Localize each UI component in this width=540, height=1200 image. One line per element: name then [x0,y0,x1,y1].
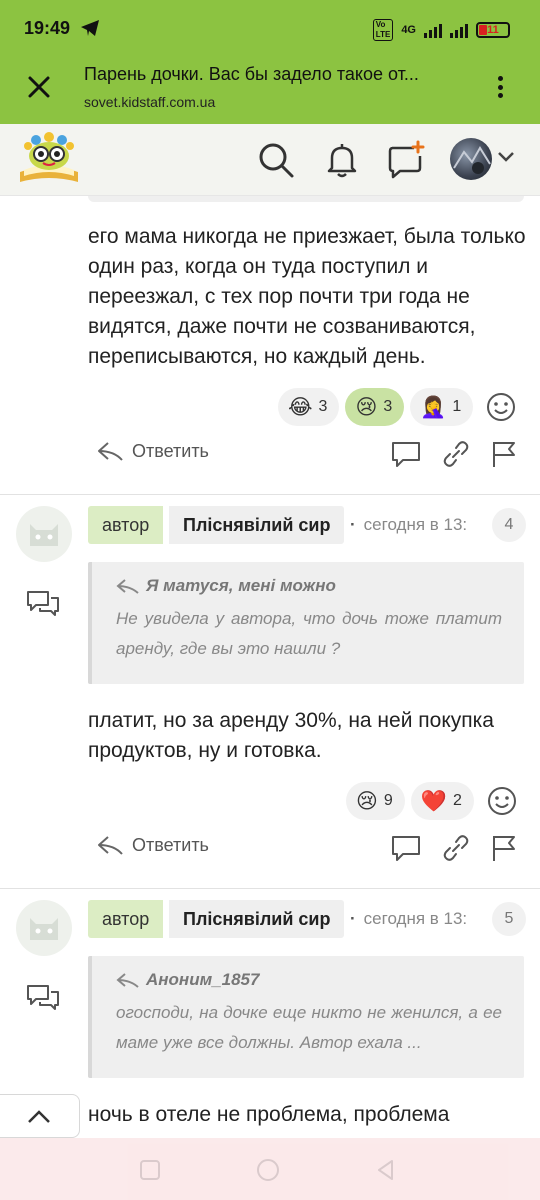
post-date: · сегодня в 13: [350,909,468,928]
status-indicators: Vo LTE 4G 11 [372,19,510,41]
reply-label: Ответить [132,834,209,855]
quote-block: Аноним_1857 огосподи, на дочке еще никто… [88,956,524,1078]
flag-icon[interactable] [488,438,520,470]
quote-text: Не увидела у автора, что дочь тоже плати… [116,609,502,658]
reply-icon [98,836,123,855]
comment-icon[interactable] [390,438,422,470]
reply-icon [116,973,139,988]
post-body: ночь в отеле не проблема, проблема [88,1103,450,1126]
quote-author-name: Я матуся, мені можно [146,576,336,595]
quote-author[interactable]: Я матуся, мені можно [116,576,502,596]
status-time: 19:49 [24,18,71,38]
reaction-chip[interactable]: 🤦‍♀️ 1 [410,388,474,426]
comments-feed: его мама никогда не приезжает, была толь… [0,196,540,1160]
post-actions: Ответить [0,434,540,474]
post-divider [0,888,540,889]
post-date-text: сегодня в 13: [363,515,468,534]
reaction-chip-active[interactable]: 😢 3 [345,388,405,426]
quote-author-name: Аноним_1857 [146,970,260,989]
reaction-count: 3 [383,398,393,415]
scroll-to-top-button[interactable] [0,1094,80,1138]
author-badge: автор [88,900,164,938]
chevron-down-icon[interactable] [496,150,516,164]
battery-level: 11 [487,24,499,36]
post-actions: Ответить [0,828,540,868]
quote-text: огосподи, на дочке еще никто не женился,… [116,1003,502,1052]
link-icon[interactable] [440,832,472,864]
add-reaction-icon[interactable] [484,783,520,819]
reply-icon [116,579,139,594]
flag-icon[interactable] [488,832,520,864]
recent-apps-icon[interactable] [136,1156,164,1184]
reaction-emoji: ❤️ [420,789,447,813]
page-url[interactable]: sovet.kidstaff.com.ua [84,94,215,110]
reaction-emoji: 🤦‍♀️ [420,395,447,419]
post-date: · сегодня в 13: [350,515,468,534]
system-nav-bar [0,1138,540,1200]
reaction-count: 9 [383,792,393,809]
post-author-name[interactable]: Плicнявiлий сир [169,506,345,544]
new-message-icon[interactable] [386,140,426,180]
network-type: 4G [401,24,416,36]
post-number[interactable]: 4 [492,508,526,542]
user-avatar-placeholder[interactable] [16,900,72,956]
post-date-text: сегодня в 13: [363,909,468,928]
quote-block: Я матуся, мені можно Не увидела у автора… [88,562,524,684]
post-body: платит, но за аренду 30%, на ней покупка… [88,709,494,762]
comment-icon[interactable] [390,832,422,864]
post-body: его мама никогда не приезжает, была толь… [88,225,526,368]
chevron-up-icon [28,1110,50,1123]
reaction-count: 1 [452,398,462,415]
signal-icon [424,22,442,38]
post-divider [0,494,540,495]
close-icon[interactable] [24,72,54,102]
telegram-icon [81,20,99,36]
user-avatar[interactable] [450,138,492,180]
bell-icon[interactable] [322,140,362,180]
post-header: автор Плiснявiлий сир · сегодня в 13: 5 [0,900,540,956]
reply-label: Ответить [132,440,209,461]
volte-icon: Vo LTE [372,19,394,41]
user-avatar-placeholder[interactable] [16,506,72,562]
status-bar: 19:49 Vo LTE 4G 11 [0,0,540,56]
post-number[interactable]: 5 [492,902,526,936]
quote-author[interactable]: Аноним_1857 [116,970,502,990]
reaction-emoji: 😢 [356,789,378,813]
page-title: Парень дочки. Вас бы задело такое от... [84,64,419,84]
post-header: автор Плicнявiлий сир · сегодня в 13: 4 [0,506,540,562]
add-reaction-icon[interactable] [483,389,519,425]
site-logo[interactable] [16,132,82,188]
search-icon[interactable] [256,140,296,180]
reply-button[interactable]: Ответить [96,440,209,462]
site-header [0,124,540,196]
reaction-emoji: 😢 [355,395,378,419]
reaction-count: 3 [318,398,328,415]
reaction-emoji: 😂 [288,395,313,419]
private-message-icon[interactable] [26,589,60,619]
reaction-chip[interactable]: 😂 3 [278,388,340,426]
reaction-chip[interactable]: 😢 9 [346,782,405,820]
reaction-bar: 😢 9 ❤️ 2 [346,782,520,820]
signal-icon-2 [450,22,468,38]
private-message-icon[interactable] [26,983,60,1013]
more-menu-icon[interactable] [490,72,510,102]
reaction-bar: 😂 3 😢 3 🤦‍♀️ 1 [278,388,519,426]
quote-block-previous [88,196,524,202]
reply-icon [98,442,123,461]
post-author-name[interactable]: Плiснявiлий сир [169,900,345,938]
reaction-chip[interactable]: ❤️ 2 [410,782,474,820]
back-icon[interactable] [372,1156,400,1184]
battery-icon: 11 [476,22,510,38]
browser-toolbar: Парень дочки. Вас бы задело такое от... … [0,56,540,124]
link-icon[interactable] [440,438,472,470]
reaction-count: 2 [452,792,462,809]
home-icon[interactable] [254,1156,282,1184]
author-badge: автор [88,506,164,544]
reply-button[interactable]: Ответить [96,834,209,856]
